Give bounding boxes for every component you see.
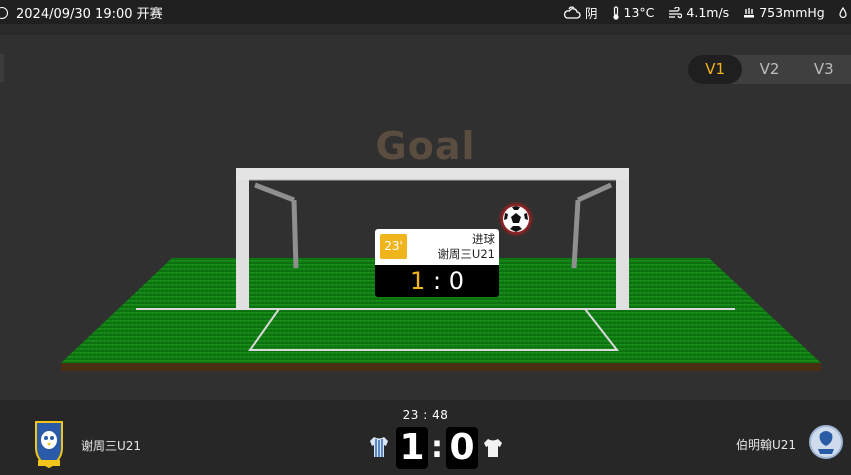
- goal-scene: [61, 168, 821, 371]
- event-score-separator: :: [432, 267, 442, 295]
- event-type: 进球: [472, 232, 495, 246]
- pitch-soil: [61, 363, 821, 371]
- soccer-ball-icon: [503, 206, 529, 232]
- event-score: 1 : 0: [375, 265, 499, 297]
- goal-right-post: [616, 168, 629, 310]
- away-team-name: 伯明翰U21: [736, 437, 797, 452]
- white-shirt-icon: [484, 439, 502, 457]
- event-score-home: 1: [410, 267, 426, 295]
- away-team: 伯明翰U21: [736, 420, 844, 468]
- scoreboard: 谢周三U21 23 : 48 1 : 0 伯明翰U21: [0, 400, 851, 475]
- goal-left-post: [236, 168, 249, 310]
- event-details: 进球 谢周三U21: [437, 232, 495, 262]
- owl-crest-icon: [35, 421, 63, 469]
- event-score-away: 0: [448, 267, 464, 295]
- event-team: 谢周三U21: [437, 247, 495, 261]
- goal-event-popup: 23' 进球 谢周三U21 1 : 0: [375, 229, 499, 297]
- score-separator: :: [431, 430, 443, 465]
- striped-shirt-icon: [370, 437, 388, 457]
- home-score: 1: [396, 427, 428, 469]
- home-team: 谢周三U21: [33, 420, 141, 470]
- popup-header: 23' 进球 谢周三U21: [375, 229, 499, 265]
- event-minute: 23': [380, 234, 407, 259]
- match-clock: 23 : 48: [402, 408, 449, 422]
- home-team-name: 谢周三U21: [81, 438, 142, 453]
- goal-crossbar: [236, 168, 629, 180]
- birmingham-crest-icon: [809, 425, 844, 459]
- away-score: 0: [446, 427, 478, 469]
